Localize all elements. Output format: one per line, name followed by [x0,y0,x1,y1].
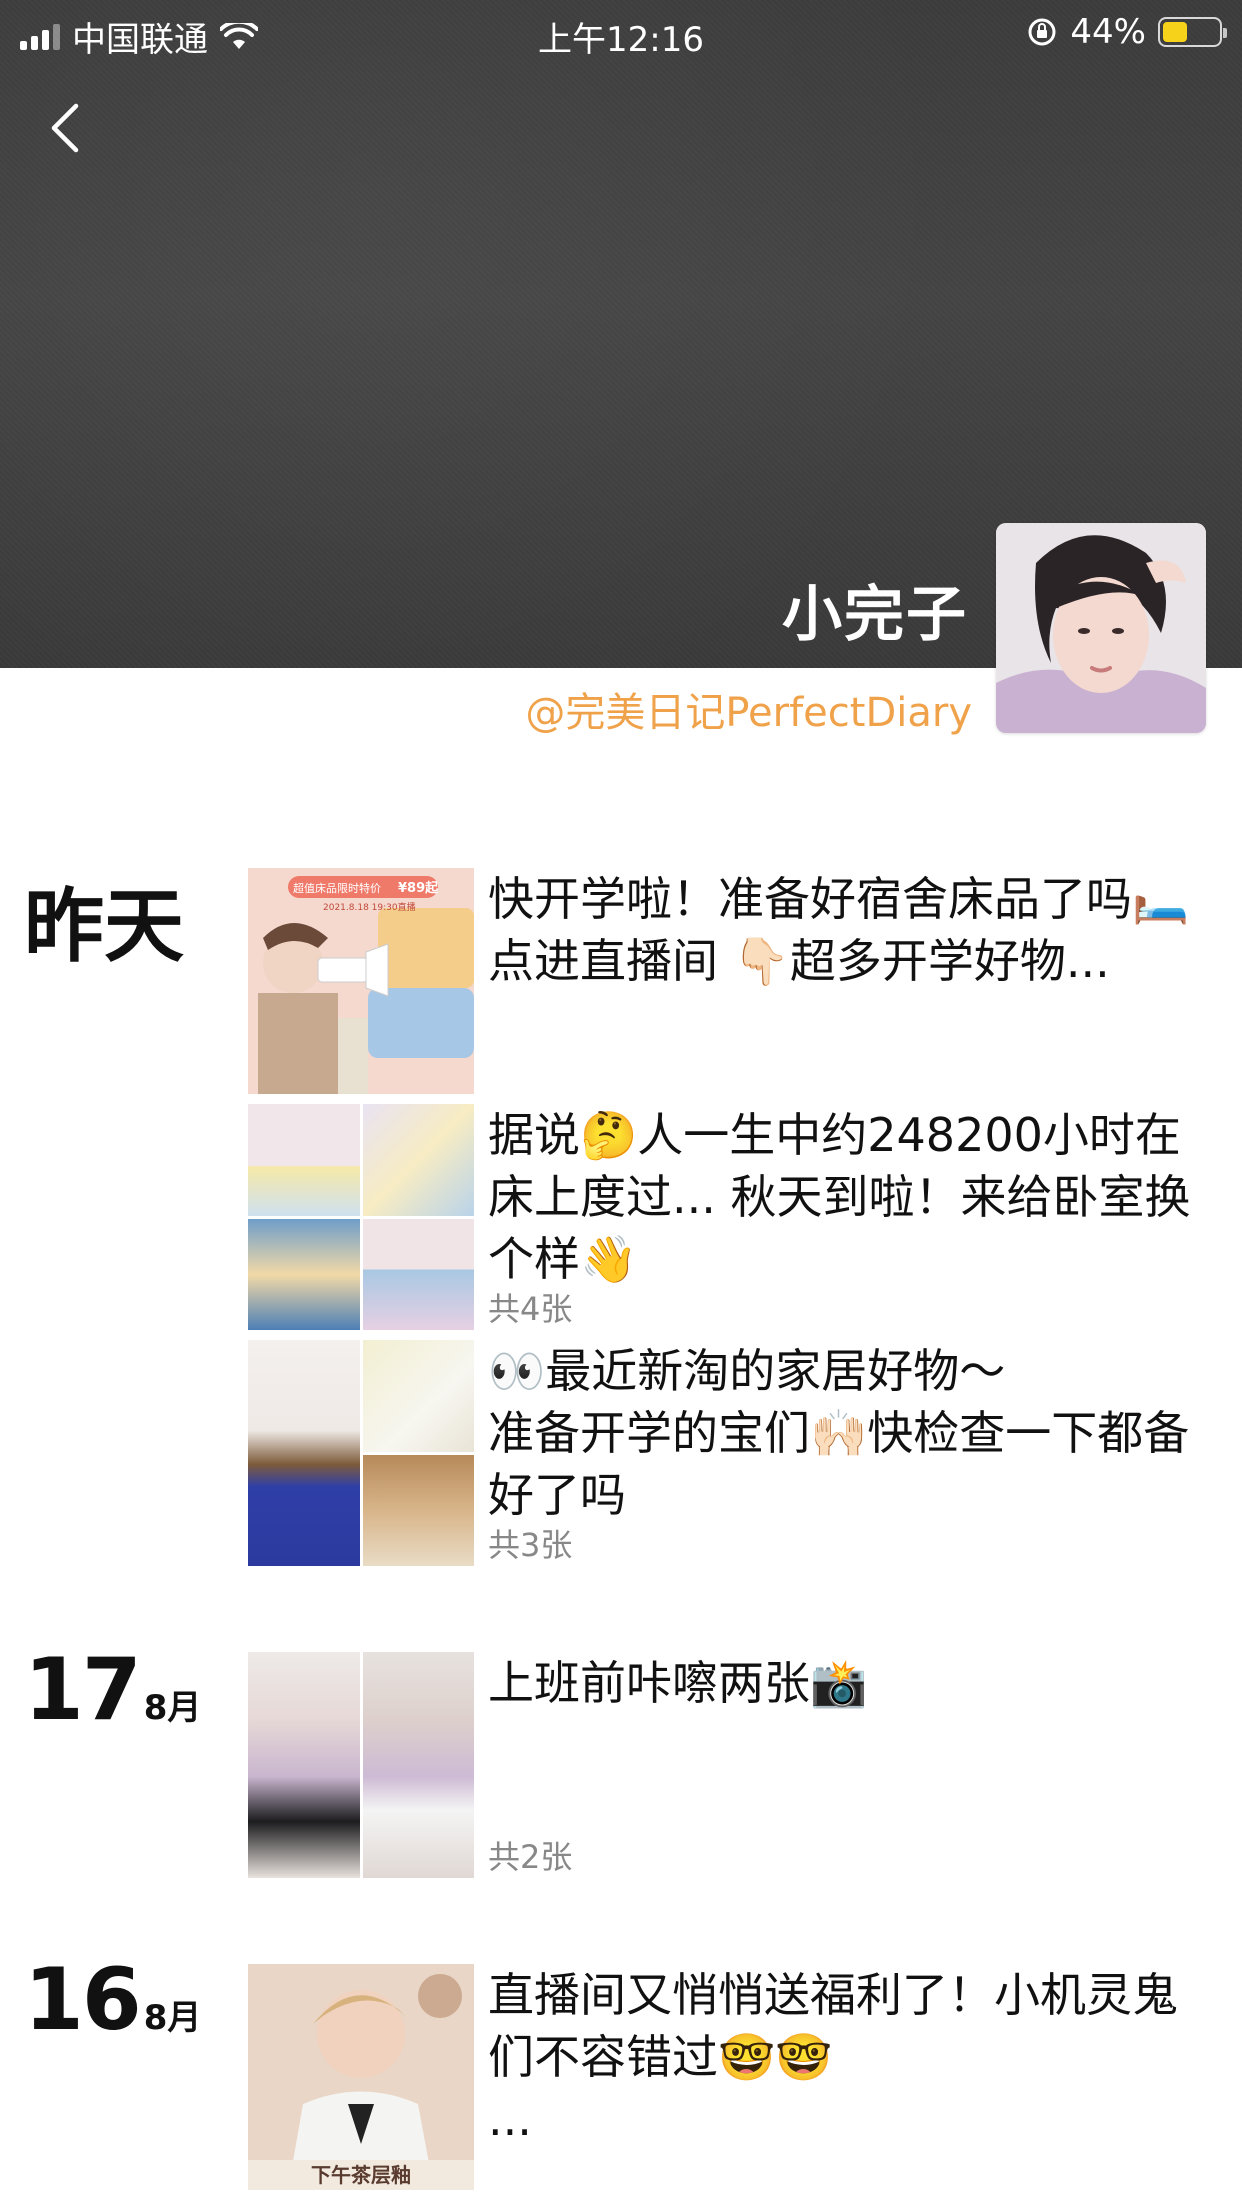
post-text: 据说🤔人一生中约248200小时在床上度过... 秋天到啦！来给卧室换个样👋 [488,1108,1191,1286]
date-day: 17 [24,1640,142,1740]
photo-count: 共4张 [488,1290,573,1328]
poster-text: 下午茶层釉 [311,2163,411,2187]
list-item[interactable]: 据说🤔人一生中约248200小时在床上度过... 秋天到啦！来给卧室换个样👋 共… [248,1104,1218,1330]
post-text: 直播间又悄悄送福利了！小机灵鬼们不容错过🤓🤓 ... [488,1968,1178,2146]
date-day: 16 [24,1950,142,2050]
date-label: 16 8月 [24,1950,201,2050]
orientation-lock-icon [1028,18,1056,46]
date-month: 8月 [143,1998,202,2038]
photo-count: 共3张 [488,1526,573,1564]
post-text: 👀最近新淘的家居好物～ 准备开学的宝们🙌🏻快检查一下都备好了吗 [488,1344,1190,1522]
post-text: 上班前咔嚓两张📸 [488,1656,868,1710]
list-item[interactable]: 下午茶层釉 直播间又悄悄送福利了！小机灵鬼们不容错过🤓🤓 ... [248,1964,1218,2190]
status-bar: 中国联通 上午12:16 44% [0,0,1242,64]
list-item[interactable]: 超值床品限时特价 ¥89起 2021.8.18 19:30直播 快开学啦！准备好… [248,868,1218,1094]
post-thumbnail[interactable] [248,1340,474,1566]
profile-name: 小完子 [782,580,968,650]
back-icon[interactable] [46,100,86,156]
date-month: 8月 [143,1688,202,1728]
post-thumbnail[interactable]: 超值床品限时特价 ¥89起 2021.8.18 19:30直播 [248,868,474,1094]
list-item[interactable]: 上班前咔嚓两张📸 共2张 [248,1652,1218,1878]
date-label: 17 8月 [24,1640,201,1740]
promo-badge-text: 超值床品限时特价 [293,881,381,895]
photo-count: 共2张 [488,1838,573,1876]
post-thumbnail[interactable] [248,1652,474,1878]
list-item[interactable]: 👀最近新淘的家居好物～ 准备开学的宝们🙌🏻快检查一下都备好了吗 共3张 [248,1340,1218,1566]
promo-price-text: ¥89起 [398,880,439,896]
date-label: 昨天 [24,880,184,973]
post-thumbnail[interactable] [248,1104,474,1330]
post-thumbnail[interactable]: 下午茶层釉 [248,1964,474,2190]
battery-percent: 44% [1070,12,1146,52]
promo-date-text: 2021.8.18 19:30直播 [323,901,416,913]
battery-icon [1158,17,1227,47]
avatar[interactable] [996,523,1206,733]
post-text: 快开学啦！准备好宿舍床品了吗🛏️ 点进直播间 👇🏻超多开学好物... [488,872,1190,988]
profile-signature[interactable]: @完美日记PerfectDiary [525,680,972,738]
